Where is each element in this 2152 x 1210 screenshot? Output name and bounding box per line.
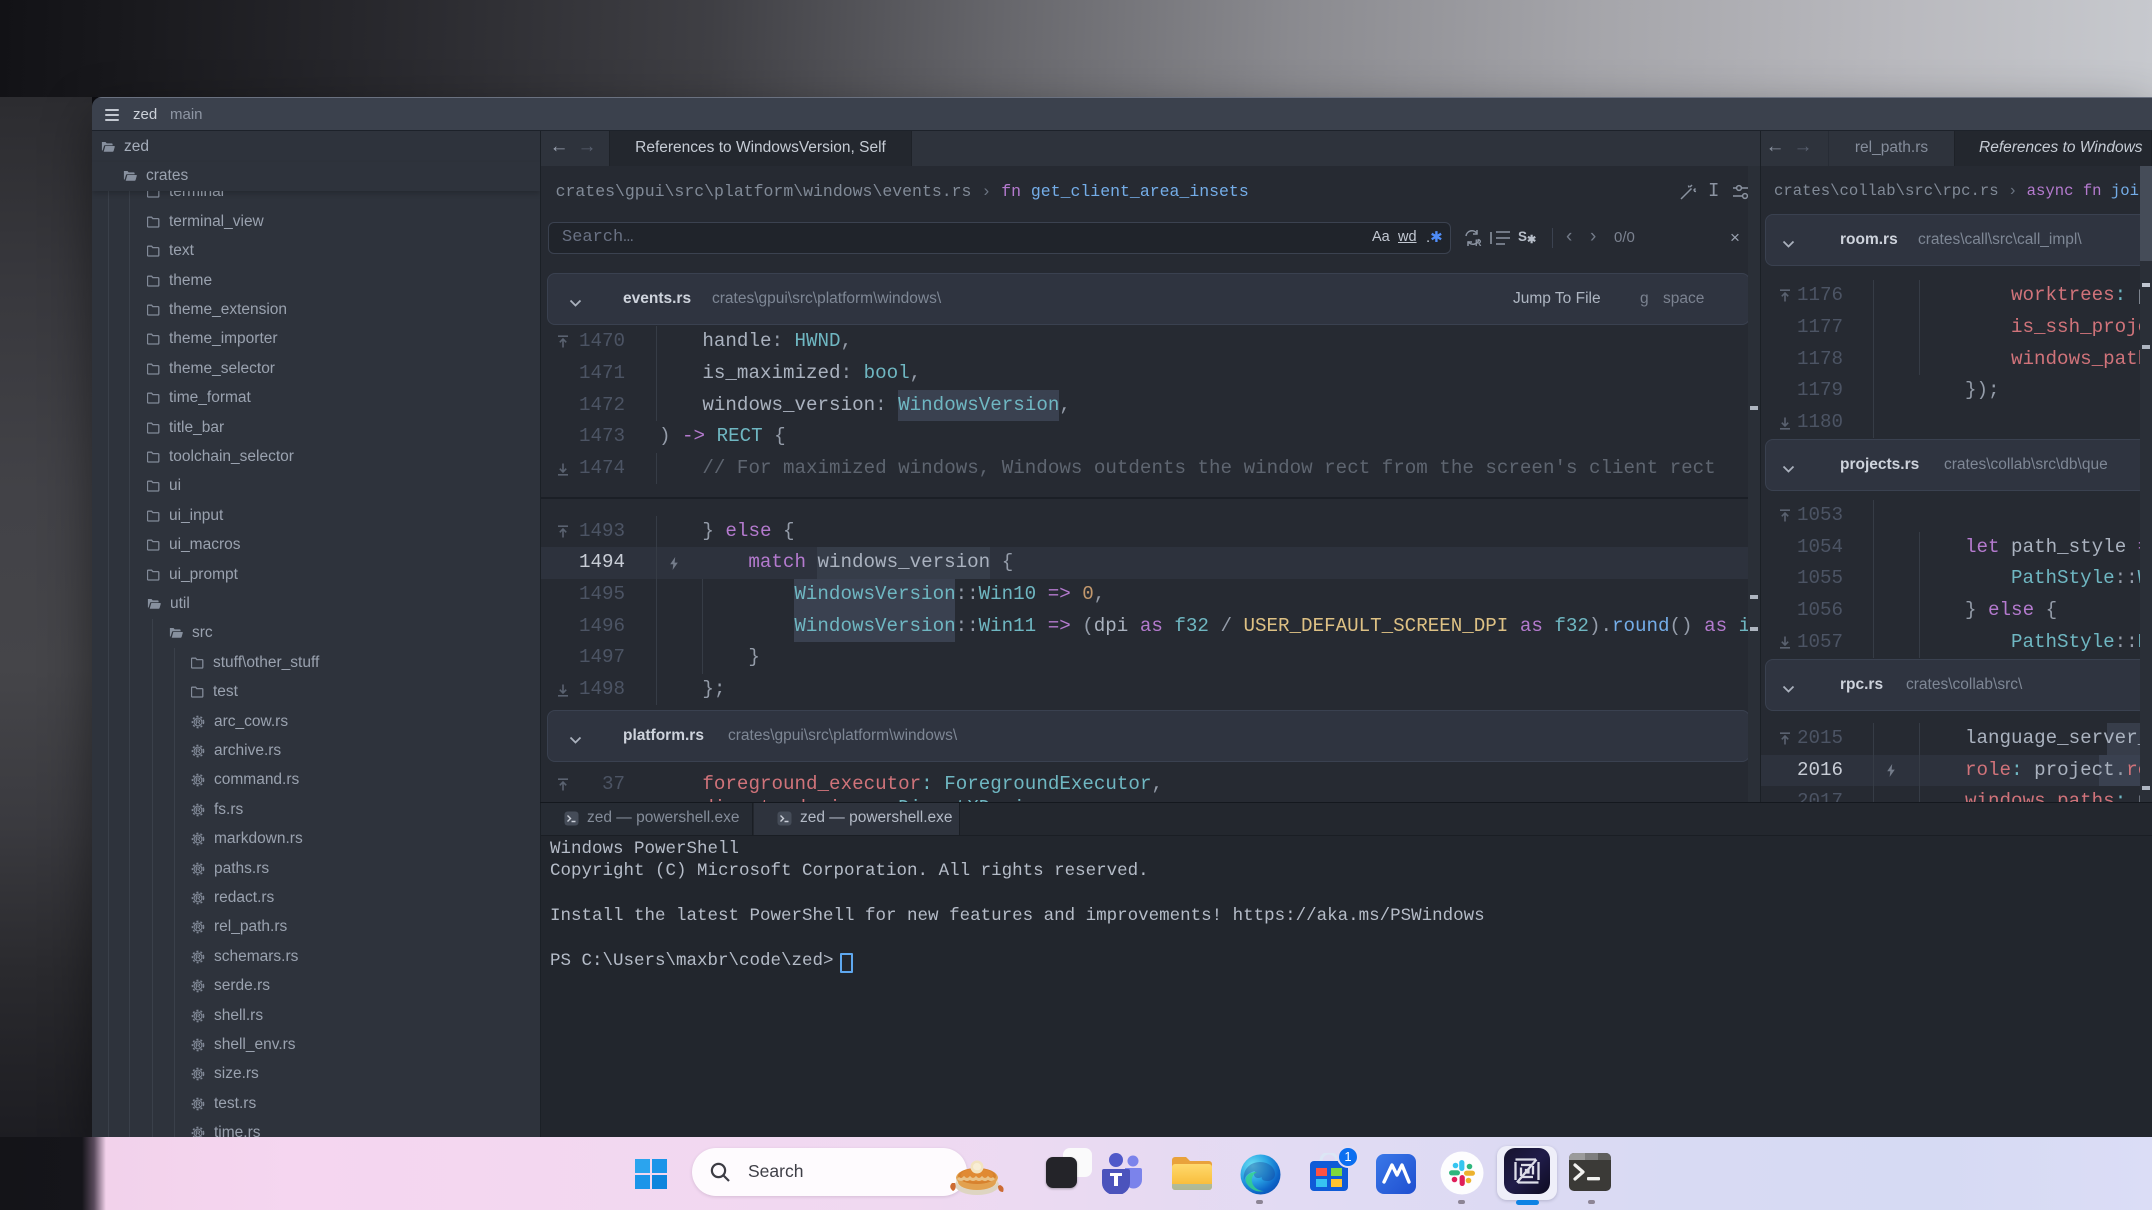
svg-text:R: R	[195, 952, 201, 961]
svg-text:R: R	[195, 717, 201, 726]
svg-text:R: R	[195, 1099, 201, 1108]
svg-text:R: R	[195, 747, 201, 756]
svg-text:R: R	[195, 923, 201, 932]
svg-text:R: R	[195, 1041, 201, 1050]
svg-text:R: R	[195, 1129, 201, 1137]
svg-text:R: R	[1475, 238, 1482, 248]
svg-text:R: R	[195, 894, 201, 903]
svg-text:R: R	[195, 776, 201, 785]
svg-text:R: R	[195, 805, 201, 814]
svg-text:R: R	[195, 1011, 201, 1020]
svg-text:R: R	[195, 864, 201, 873]
svg-text:R: R	[195, 982, 201, 991]
svg-text:R: R	[195, 835, 201, 844]
svg-text:R: R	[195, 1070, 201, 1079]
